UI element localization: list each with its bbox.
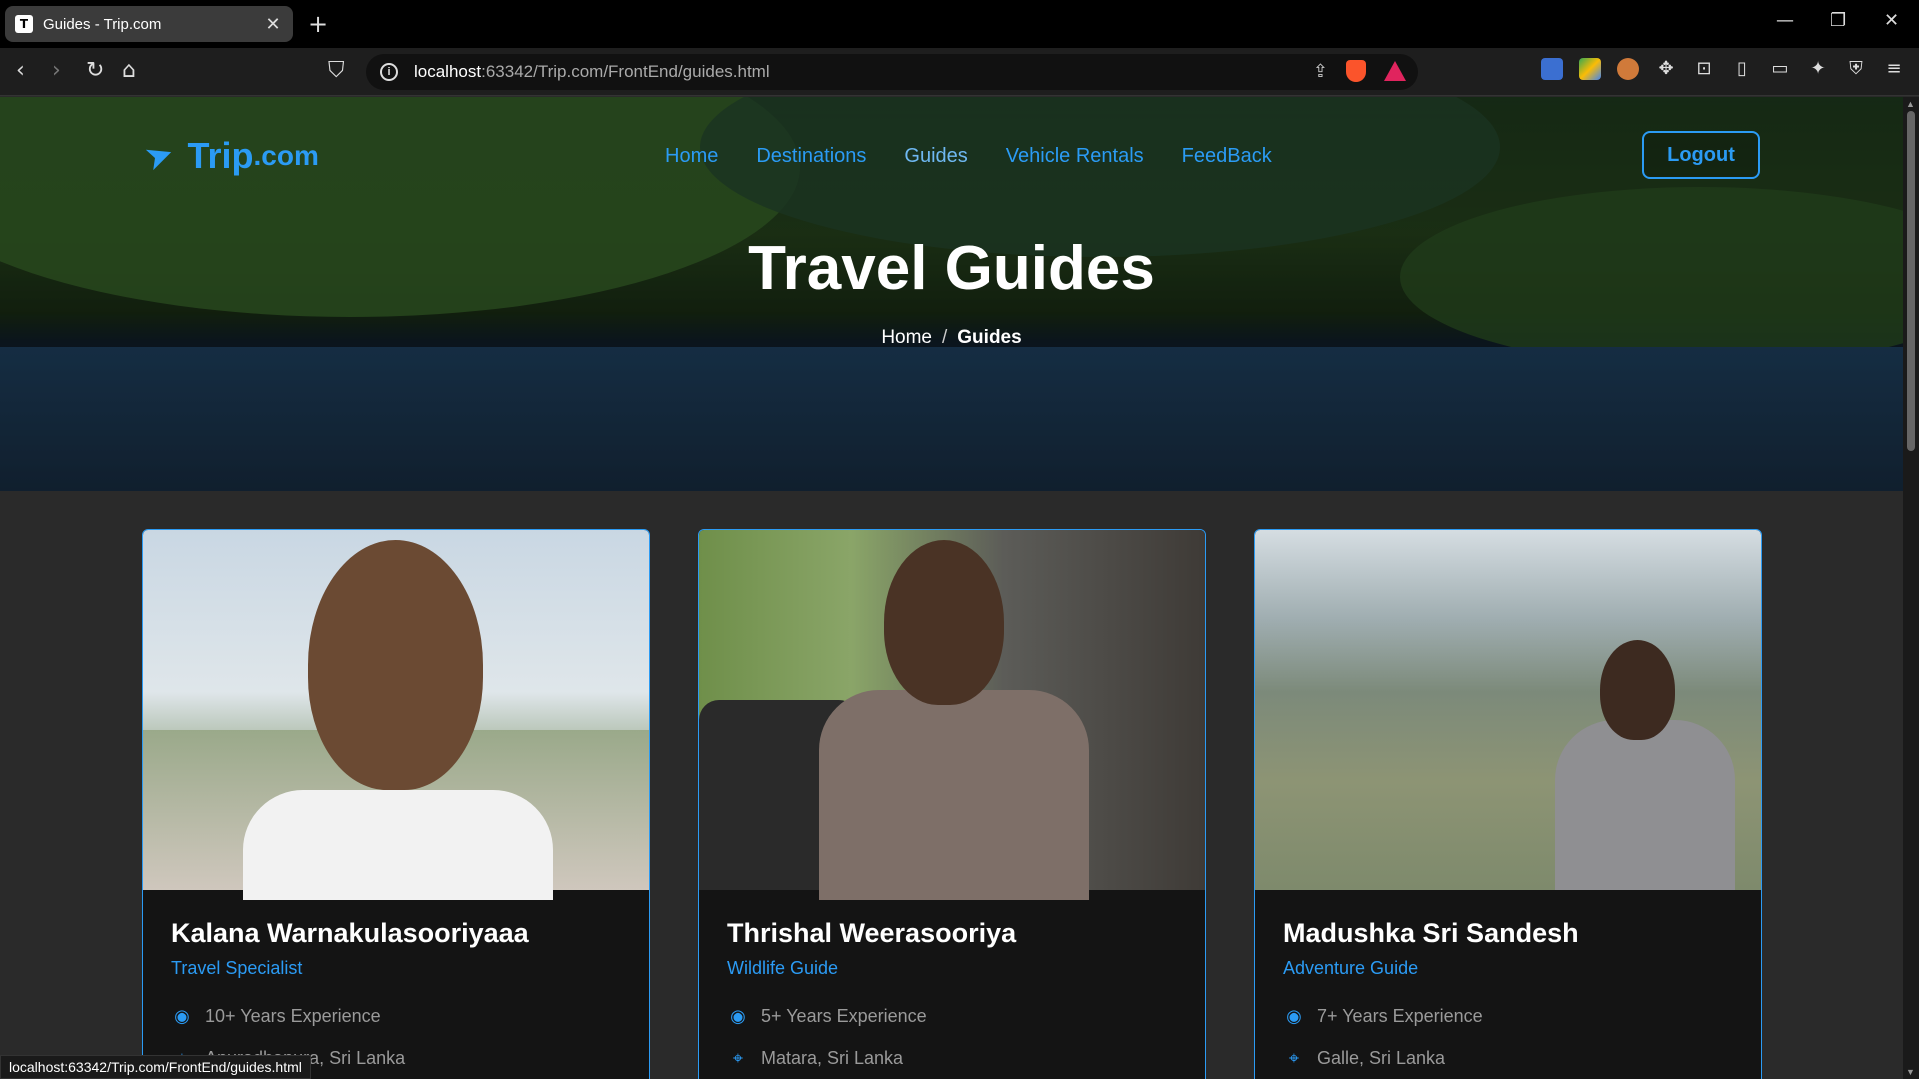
photo-figure [243,790,553,900]
eye-icon: ◉ [730,1006,746,1027]
guide-experience: ◉ 10+ Years Experience [171,1006,381,1027]
guide-card[interactable]: Madushka Sri Sandesh Adventure Guide ◉ 7… [1254,529,1762,1079]
page-title: Travel Guides [748,234,1155,303]
photo-figure [884,540,1004,705]
nav-destinations[interactable]: Destinations [756,145,866,168]
guide-card[interactable]: Kalana Warnakulasooriyaaa Travel Special… [142,529,650,1079]
back-icon[interactable]: ‹ [16,58,25,83]
guide-name: Madushka Sri Sandesh [1283,918,1579,948]
brand-suffix: .com [253,140,319,171]
map-pin-icon: ⌖ [732,1048,744,1069]
guide-photo [1255,530,1761,890]
leo-ai-icon[interactable]: ✦ [1807,58,1829,80]
page-scrollbar[interactable]: ▲ ▼ [1903,97,1919,1079]
address-bar[interactable]: i localhost:63342/Trip.com/FrontEnd/guid… [366,54,1418,90]
extensions-icon[interactable]: ✥ [1655,58,1677,80]
guide-location-text: Matara, Sri Lanka [761,1048,904,1068]
browser-tab[interactable]: T Guides - Trip.com ✕ [5,6,293,42]
guide-experience-text: 7+ Years Experience [1317,1006,1483,1026]
favicon-icon: T [15,15,33,33]
url-path: :63342/Trip.com/FrontEnd/guides.html [481,62,770,81]
brave-rewards-icon[interactable] [1384,61,1406,81]
screenshot-icon[interactable]: ⊡ [1693,58,1715,80]
guide-experience-text: 10+ Years Experience [205,1006,381,1026]
cookie-extension-icon[interactable] [1617,58,1639,80]
guide-role: Adventure Guide [1283,958,1419,978]
nav-vehicle-rentals[interactable]: Vehicle Rentals [1006,145,1144,168]
paper-plane-icon: ➤ [139,132,180,180]
photo-figure [1555,720,1735,890]
browser-toolbar: ‹ › ↻ ⌂ ⛉ i localhost:63342/Trip.com/Fro… [0,48,1919,96]
breadcrumb-home[interactable]: Home [881,327,932,348]
nav-guides[interactable]: Guides [904,145,967,168]
breadcrumb-separator: / [942,327,948,348]
scroll-down-icon[interactable]: ▼ [1906,1067,1915,1077]
menu-icon[interactable]: ≡ [1883,58,1905,80]
guide-experience: ◉ 7+ Years Experience [1283,1006,1483,1027]
brand-name: Trip [187,135,254,176]
guide-location: ⌖ Galle, Sri Lanka [1283,1048,1445,1069]
guide-photo [699,530,1205,900]
map-pin-icon: ⌖ [1288,1048,1300,1069]
restore-icon[interactable]: ❐ [1830,10,1846,31]
guide-location-text: Galle, Sri Lanka [1317,1048,1446,1068]
guide-experience-text: 5+ Years Experience [761,1006,927,1026]
guide-role: Travel Specialist [171,958,303,978]
wallet-icon[interactable]: ▭ [1769,58,1791,80]
eye-icon: ◉ [1286,1006,1302,1027]
url-host: localhost [414,62,482,81]
site-logo[interactable]: ➤ Trip .com [139,132,319,179]
photo-figure [819,690,1089,900]
brave-shields-icon[interactable] [1346,60,1366,82]
guide-card[interactable]: Thrishal Weerasooriya Wildlife Guide ◉ 5… [698,529,1206,1079]
status-bar: localhost:63342/Trip.com/FrontEnd/guides… [0,1055,311,1079]
logout-button[interactable]: Logout [1642,131,1760,179]
guide-name: Thrishal Weerasooriya [727,918,1017,948]
close-tab-icon[interactable]: ✕ [263,14,283,35]
home-icon[interactable]: ⌂ [122,58,136,83]
breadcrumb-current: Guides [957,327,1022,348]
site-info-icon[interactable]: i [380,63,398,81]
nav-home[interactable]: Home [665,145,718,168]
drive-extension-icon[interactable] [1579,58,1601,80]
share-icon[interactable]: ⇪ [1313,61,1328,82]
main-nav: Home Destinations Guides Vehicle Rentals… [665,145,1272,168]
forward-icon[interactable]: › [52,58,61,83]
scroll-up-icon[interactable]: ▲ [1906,99,1915,109]
breadcrumb: Home / Guides [0,327,1903,349]
web-page: ➤ Trip .com Home Destinations Guides Vehi… [0,97,1903,1079]
minimize-icon[interactable]: — [1776,10,1794,31]
sidebar-icon[interactable]: ▯ [1731,58,1753,80]
eye-icon: ◉ [174,1006,190,1027]
nav-feedback[interactable]: FeedBack [1182,145,1272,168]
browser-tab-bar: T Guides - Trip.com ✕ + — ❐ ✕ [0,0,1919,48]
guide-experience: ◉ 5+ Years Experience [727,1006,927,1027]
guide-photo [143,530,649,900]
bookmark-icon[interactable]: ⛉ [328,58,345,83]
hero-banner: ➤ Trip .com Home Destinations Guides Vehi… [0,97,1903,491]
translate-extension-icon[interactable] [1541,58,1563,80]
photo-figure [1600,640,1675,740]
guide-location: ⌖ Matara, Sri Lanka [727,1048,903,1069]
guide-role: Wildlife Guide [727,958,839,978]
tab-title: Guides - Trip.com [43,15,162,33]
guide-name: Kalana Warnakulasooriyaaa [171,918,529,948]
scrollbar-thumb[interactable] [1907,111,1915,451]
photo-figure [308,540,483,790]
vpn-icon[interactable]: ⛨ [1845,58,1867,80]
reload-icon[interactable]: ↻ [86,58,104,83]
new-tab-icon[interactable]: + [308,10,328,38]
window-close-icon[interactable]: ✕ [1884,10,1899,31]
